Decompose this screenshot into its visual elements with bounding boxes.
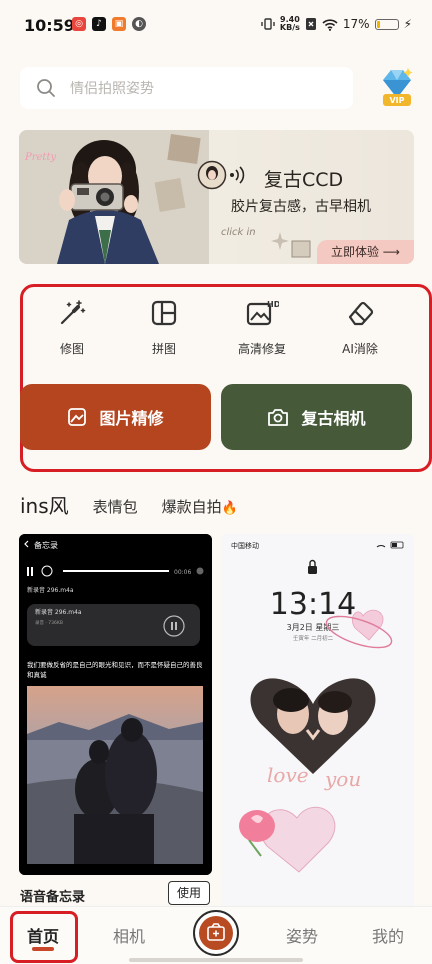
create-circle — [199, 916, 233, 950]
tab-ins[interactable]: ins风 — [20, 490, 69, 519]
nav-mine[interactable]: 我的 — [372, 923, 404, 947]
network-speed: 9.40 KB/s — [280, 16, 300, 32]
status-time: 10:59 — [24, 16, 75, 35]
lock-carrier: 中国移动 — [231, 541, 259, 550]
camera-avatar — [197, 160, 227, 190]
template-card-voice-memo[interactable]: 备忘录 00:06 新录音 296.m4a 新录音 296.m4a 录音 · 7… — [19, 534, 212, 875]
nav-pose[interactable]: 姿势 — [286, 923, 318, 947]
banner-photo: Pretty — [19, 130, 209, 264]
category-tabs: ins风 表情包 爆款自拍🔥 — [20, 490, 238, 519]
magic-wand-icon — [60, 300, 86, 325]
battery-icon — [374, 18, 399, 30]
lock-lunar: 壬寅年 二月初二 — [293, 634, 334, 642]
voice-memo-preview: 备忘录 00:06 新录音 296.m4a 新录音 296.m4a 录音 · 7… — [19, 534, 212, 875]
tool-hd-restore[interactable]: HD 高清修复 — [222, 298, 302, 357]
home-indicator — [129, 958, 303, 962]
status-app-icons: ◎ ♪ ▣ ◐ — [72, 17, 146, 31]
banner-title: 复古CCD — [264, 169, 344, 191]
tool-ai-erase[interactable]: AI消除 — [320, 298, 400, 357]
sim-icon — [305, 18, 316, 30]
promo-banner[interactable]: Pretty 复古CCD 胶片复古感，古早相机 click in 立即体验 ⟶ — [19, 130, 414, 264]
hd-restore-icon: HD — [246, 300, 279, 326]
search-placeholder: 情侣拍照姿势 — [70, 81, 154, 97]
memo-file-meta: 录音 · 736KB — [35, 619, 63, 626]
search-input[interactable]: 情侣拍照姿势 — [20, 67, 353, 109]
search-icon — [37, 79, 55, 97]
tool-label: AI消除 — [342, 342, 378, 356]
charging-icon: ⚡ — [403, 17, 412, 31]
photo-edit-label: 图片精修 — [99, 409, 164, 428]
tiktok-icon: ♪ — [92, 17, 106, 31]
memo-file-1: 新录音 296.m4a — [27, 586, 74, 594]
app-notification-icon: ◐ — [132, 17, 146, 31]
lock-love-text: love — [267, 763, 309, 787]
template-card-lockscreen[interactable]: 中国移动 13:14 3月2日 星期三 壬寅年 二月初二 love you — [221, 534, 414, 932]
retro-camera-label: 复古相机 — [301, 409, 366, 428]
banner-pretty-text: Pretty — [24, 152, 56, 163]
tab-stickers[interactable]: 表情包 — [93, 496, 138, 519]
template-title: 语音备忘录 — [20, 890, 86, 905]
home-highlight — [10, 911, 78, 963]
nav-camera[interactable]: 相机 — [113, 923, 145, 947]
collage-icon — [151, 300, 177, 326]
vibrate-icon — [261, 18, 275, 30]
photo-edit-button[interactable]: 图片精修 — [20, 384, 211, 450]
tool-label: 高清修复 — [237, 342, 286, 356]
lockscreen-preview: 中国移动 13:14 3月2日 星期三 壬寅年 二月初二 love you — [221, 534, 414, 932]
status-bar: 10:59 ◎ ♪ ▣ ◐ 9.40 KB/s 17% ⚡ — [0, 0, 432, 52]
memo-file-2: 新录音 296.m4a — [35, 608, 82, 616]
battery-level — [376, 20, 381, 28]
sound-waves-icon — [230, 166, 245, 184]
memo-back-label: 备忘录 — [34, 540, 58, 550]
lock-you-text: you — [324, 767, 361, 791]
memo-duration: 00:06 — [174, 569, 191, 576]
banner-sticker: click in — [221, 227, 256, 238]
use-template-button[interactable]: 使用 — [168, 881, 210, 905]
tab-trending-label: 爆款自拍 — [161, 498, 222, 516]
tool-label: 修图 — [59, 342, 84, 356]
tab-trending-selfie[interactable]: 爆款自拍🔥 — [162, 496, 238, 519]
nav-center-create-button[interactable] — [193, 910, 239, 956]
film-strip-icon — [291, 240, 311, 258]
svg-text:HD: HD — [267, 300, 279, 309]
flower-sticker-icon — [271, 232, 289, 250]
memo-quote: 我们要做反省的是自己的眼光和见识，而不是怀疑自己的善良和真诚 — [27, 661, 203, 679]
vip-diamond-icon[interactable]: VIP — [377, 66, 417, 108]
battery-percent: 17% — [342, 17, 370, 31]
banner-subtitle: 胶片复古感，古早相机 — [231, 199, 371, 215]
app-notification-icon: ▣ — [112, 17, 126, 31]
add-photo-icon — [207, 923, 225, 941]
eraser-icon — [348, 301, 374, 326]
image-icon — [68, 408, 87, 426]
app-notification-icon: ◎ — [72, 17, 86, 31]
tool-retouch[interactable]: 修图 — [32, 298, 112, 357]
tool-label: 拼图 — [151, 342, 176, 356]
status-right: 9.40 KB/s 17% ⚡ — [261, 16, 412, 32]
fire-icon: 🔥 — [221, 501, 238, 516]
vip-label: VIP — [389, 96, 404, 105]
retro-camera-button[interactable]: 复古相机 — [221, 384, 412, 450]
wifi-icon — [322, 18, 338, 31]
banner-cta-button[interactable]: 立即体验 ⟶ — [317, 240, 414, 264]
speed-unit: KB/s — [279, 23, 300, 32]
tool-collage[interactable]: 拼图 — [124, 298, 204, 357]
camera-icon — [268, 409, 289, 426]
